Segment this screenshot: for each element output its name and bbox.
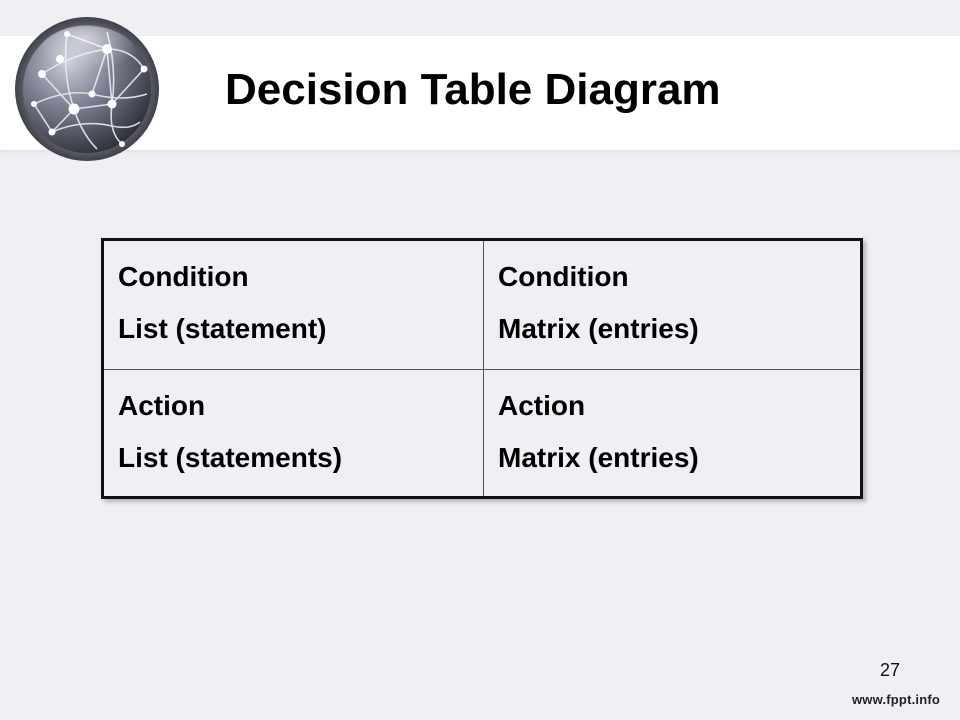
cell-heading: Condition bbox=[498, 261, 629, 292]
cell-heading: Condition bbox=[118, 261, 249, 292]
action-matrix-cell: Action Matrix (entries) bbox=[483, 369, 862, 498]
cell-detail: Matrix (entries) bbox=[498, 442, 699, 473]
page-number: 27 bbox=[880, 660, 901, 680]
cell-heading: Action bbox=[118, 390, 206, 421]
cell-heading: Action bbox=[498, 390, 586, 421]
cell-detail: Matrix (entries) bbox=[498, 313, 699, 344]
condition-matrix-cell: Condition Matrix (entries) bbox=[483, 239, 862, 370]
cell-detail: List (statement) bbox=[118, 313, 327, 344]
decision-table: Condition List (statement) Condition Mat… bbox=[101, 238, 863, 499]
footer-url: www.fppt.info bbox=[852, 692, 941, 707]
condition-list-cell: Condition List (statement) bbox=[102, 239, 484, 370]
table-row-actions: Action List (statements) Action Matrix (… bbox=[102, 369, 862, 498]
slide-title: Decision Table Diagram bbox=[225, 65, 721, 114]
network-globe-icon bbox=[15, 17, 159, 161]
cell-detail: List (statements) bbox=[118, 442, 343, 473]
action-list-cell: Action List (statements) bbox=[102, 369, 484, 498]
table-row-conditions: Condition List (statement) Condition Mat… bbox=[102, 239, 862, 370]
